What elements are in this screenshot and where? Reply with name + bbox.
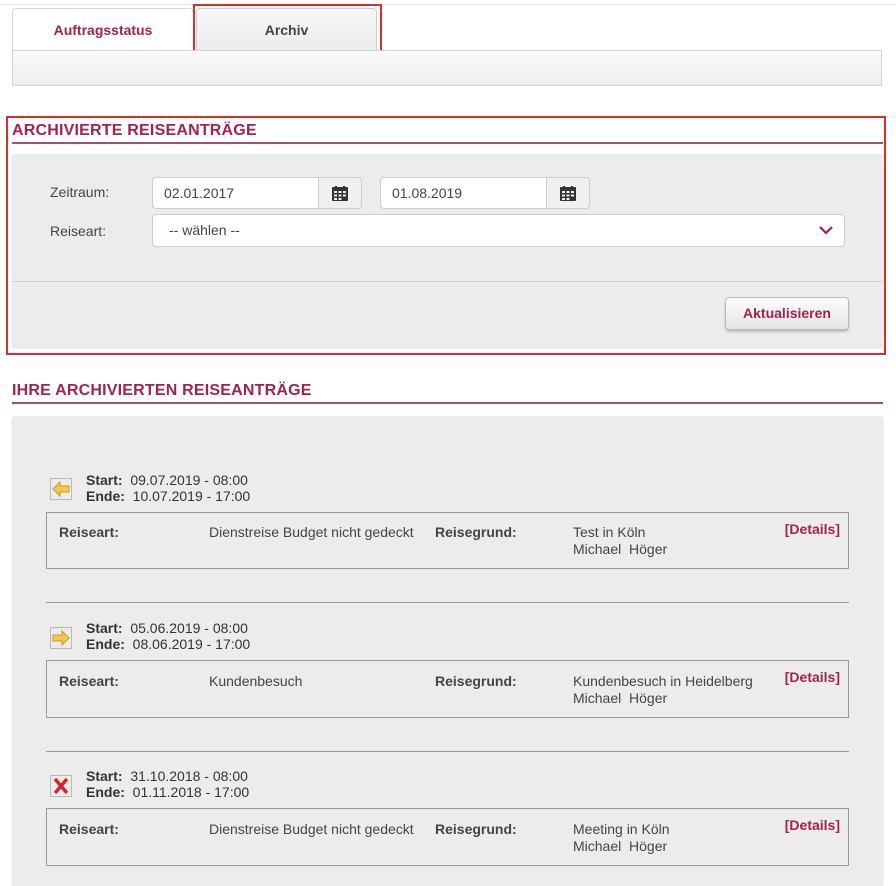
tab-auftragsstatus[interactable]: Auftragsstatus [12,8,194,50]
date-to-input[interactable]: 01.08.2019 [380,177,547,209]
item-1-reiseart: Dienstreise Budget nicht gedeckt [209,524,414,540]
rejected-x-icon [50,775,72,797]
item-3-end: 01.11.2018 - 17:00 [132,784,250,800]
reisegrund-label: Reisegrund: [435,524,517,540]
item-1-person: Michael Höger [573,541,668,557]
item-3-box: Reiseart: Dienstreise Budget nicht gedec… [46,808,849,866]
date-from-input[interactable]: 02.01.2017 [152,177,319,209]
filter-divider [12,281,883,282]
item-separator [46,602,849,603]
reisegrund-label: Reisegrund: [435,821,517,837]
date-to-calendar-button[interactable] [546,177,590,209]
item-separator [46,751,849,752]
reiseart-label: Reiseart: [59,673,119,689]
item-3-reisegrund: Meeting in Köln [573,821,670,837]
item-3-person: Michael Höger [573,838,668,854]
item-1-details-link[interactable]: [Details] [785,521,840,537]
reiseart-select-value: -- wählen -- [169,222,240,238]
item-2-box: Reiseart: Kundenbesuch Reisegrund: Kunde… [46,660,849,718]
item-2-reisegrund: Kundenbesuch in Heidelberg [573,673,753,689]
item-3-details-link[interactable]: [Details] [785,817,840,833]
reisegrund-label: Reisegrund: [435,673,517,689]
date-from-calendar-button[interactable] [318,177,362,209]
item-2-person: Michael Höger [573,690,668,706]
reiseart-label: Reiseart: [59,524,119,540]
start-label: Start: [86,472,123,488]
results-heading: IHRE ARCHIVIERTEN REISEANTRÄGE [12,382,312,399]
reiseart-label: Reiseart: [50,223,107,239]
reiseart-select[interactable]: -- wählen -- [152,214,845,247]
item-1-dates: Start: 09.07.2019 - 08:00 Ende: 10.07.20… [86,472,250,504]
item-1-start: 09.07.2019 - 08:00 [130,472,248,488]
top-border [0,4,896,5]
item-3-start: 31.10.2018 - 08:00 [130,768,248,784]
tab-archiv[interactable]: Archiv [196,8,377,50]
results-panel: Start: 09.07.2019 - 08:00 Ende: 10.07.20… [12,416,883,886]
tab-bar: Auftragsstatus Archiv [12,4,882,86]
filter-heading-underline [12,142,883,144]
tab-content-bar [12,50,882,86]
item-2-dates: Start: 05.06.2019 - 08:00 Ende: 08.06.20… [86,620,250,652]
arrow-left-icon [50,478,72,500]
aktualisieren-button[interactable]: Aktualisieren [725,297,849,330]
item-1-end: 10.07.2019 - 17:00 [132,488,251,504]
start-label: Start: [86,620,123,636]
start-label: Start: [86,768,123,784]
end-label: Ende: [86,784,125,800]
item-3-dates: Start: 31.10.2018 - 08:00 Ende: 01.11.20… [86,768,249,800]
item-1-box: Reiseart: Dienstreise Budget nicht gedec… [46,512,849,569]
results-heading-underline [12,402,883,404]
reiseart-label: Reiseart: [59,821,119,837]
item-2-end: 08.06.2019 - 17:00 [132,636,251,652]
calendar-icon [332,185,348,201]
filter-panel: Zeitraum: 02.01.2017 01.08.2019 Reiseart… [12,154,883,347]
item-2-reiseart: Kundenbesuch [209,673,303,689]
arrow-right-icon [50,627,72,649]
filter-heading: ARCHIVIERTE REISEANTRÄGE [12,122,257,139]
end-label: Ende: [86,488,125,504]
calendar-icon [560,185,576,201]
item-1-reisegrund: Test in Köln [573,524,646,540]
item-2-start: 05.06.2019 - 08:00 [130,620,248,636]
zeitraum-label: Zeitraum: [50,184,110,200]
item-2-details-link[interactable]: [Details] [785,669,840,685]
item-3-reiseart: Dienstreise Budget nicht gedeckt [209,821,414,837]
end-label: Ende: [86,636,125,652]
chevron-down-icon [819,226,833,235]
